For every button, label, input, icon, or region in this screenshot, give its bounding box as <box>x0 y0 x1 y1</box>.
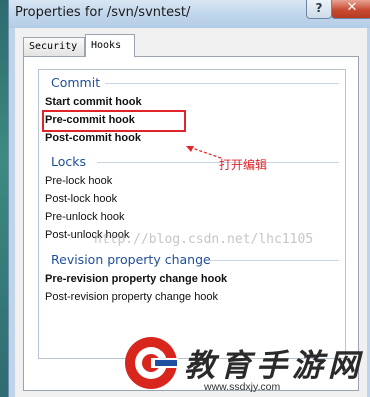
tab-security[interactable]: Security <box>23 37 85 56</box>
hook-post-revprop-change[interactable]: Post-revision property change hook <box>45 291 218 303</box>
brand-watermark: 教育手游网 www.ssdxjy.com <box>120 330 370 397</box>
close-button[interactable]: ✕ <box>331 0 370 19</box>
group-title-locks: Locks <box>51 154 87 169</box>
group-title-revprop: Revision property change <box>51 252 211 267</box>
brand-url: www.ssdxjy.com <box>204 381 281 393</box>
brand-name: 教育手游网 <box>184 348 364 384</box>
group-divider <box>105 83 339 84</box>
brand-logo-icon <box>125 337 178 389</box>
hook-post-lock[interactable]: Post-lock hook <box>45 193 117 205</box>
group-title-commit: Commit <box>51 75 101 90</box>
watermark-text: http://blog.csdn.net/lhc1105 <box>94 232 314 247</box>
hook-pre-commit[interactable]: Pre-commit hook <box>45 114 135 126</box>
annotation-arrow-icon <box>186 146 222 159</box>
hooks-list: Commit Start commit hook Pre-commit hook… <box>38 69 346 359</box>
hook-pre-lock[interactable]: Pre-lock hook <box>45 175 112 187</box>
group-divider <box>97 162 339 163</box>
hook-start-commit[interactable]: Start commit hook <box>45 96 142 108</box>
tab-hooks[interactable]: Hooks <box>85 34 135 57</box>
annotation-note: 打开编辑 <box>219 158 268 172</box>
hook-pre-revprop-change[interactable]: Pre-revision property change hook <box>45 273 227 285</box>
group-divider <box>209 260 339 261</box>
desktop-background <box>0 0 8 397</box>
help-button[interactable]: ? <box>306 0 332 19</box>
hook-pre-unlock[interactable]: Pre-unlock hook <box>45 211 125 223</box>
window-title: Properties for /svn/svntest/ <box>15 5 191 20</box>
hook-post-commit[interactable]: Post-commit hook <box>45 132 141 144</box>
title-bar[interactable]: Properties for /svn/svntest/ ? ✕ <box>9 0 370 28</box>
